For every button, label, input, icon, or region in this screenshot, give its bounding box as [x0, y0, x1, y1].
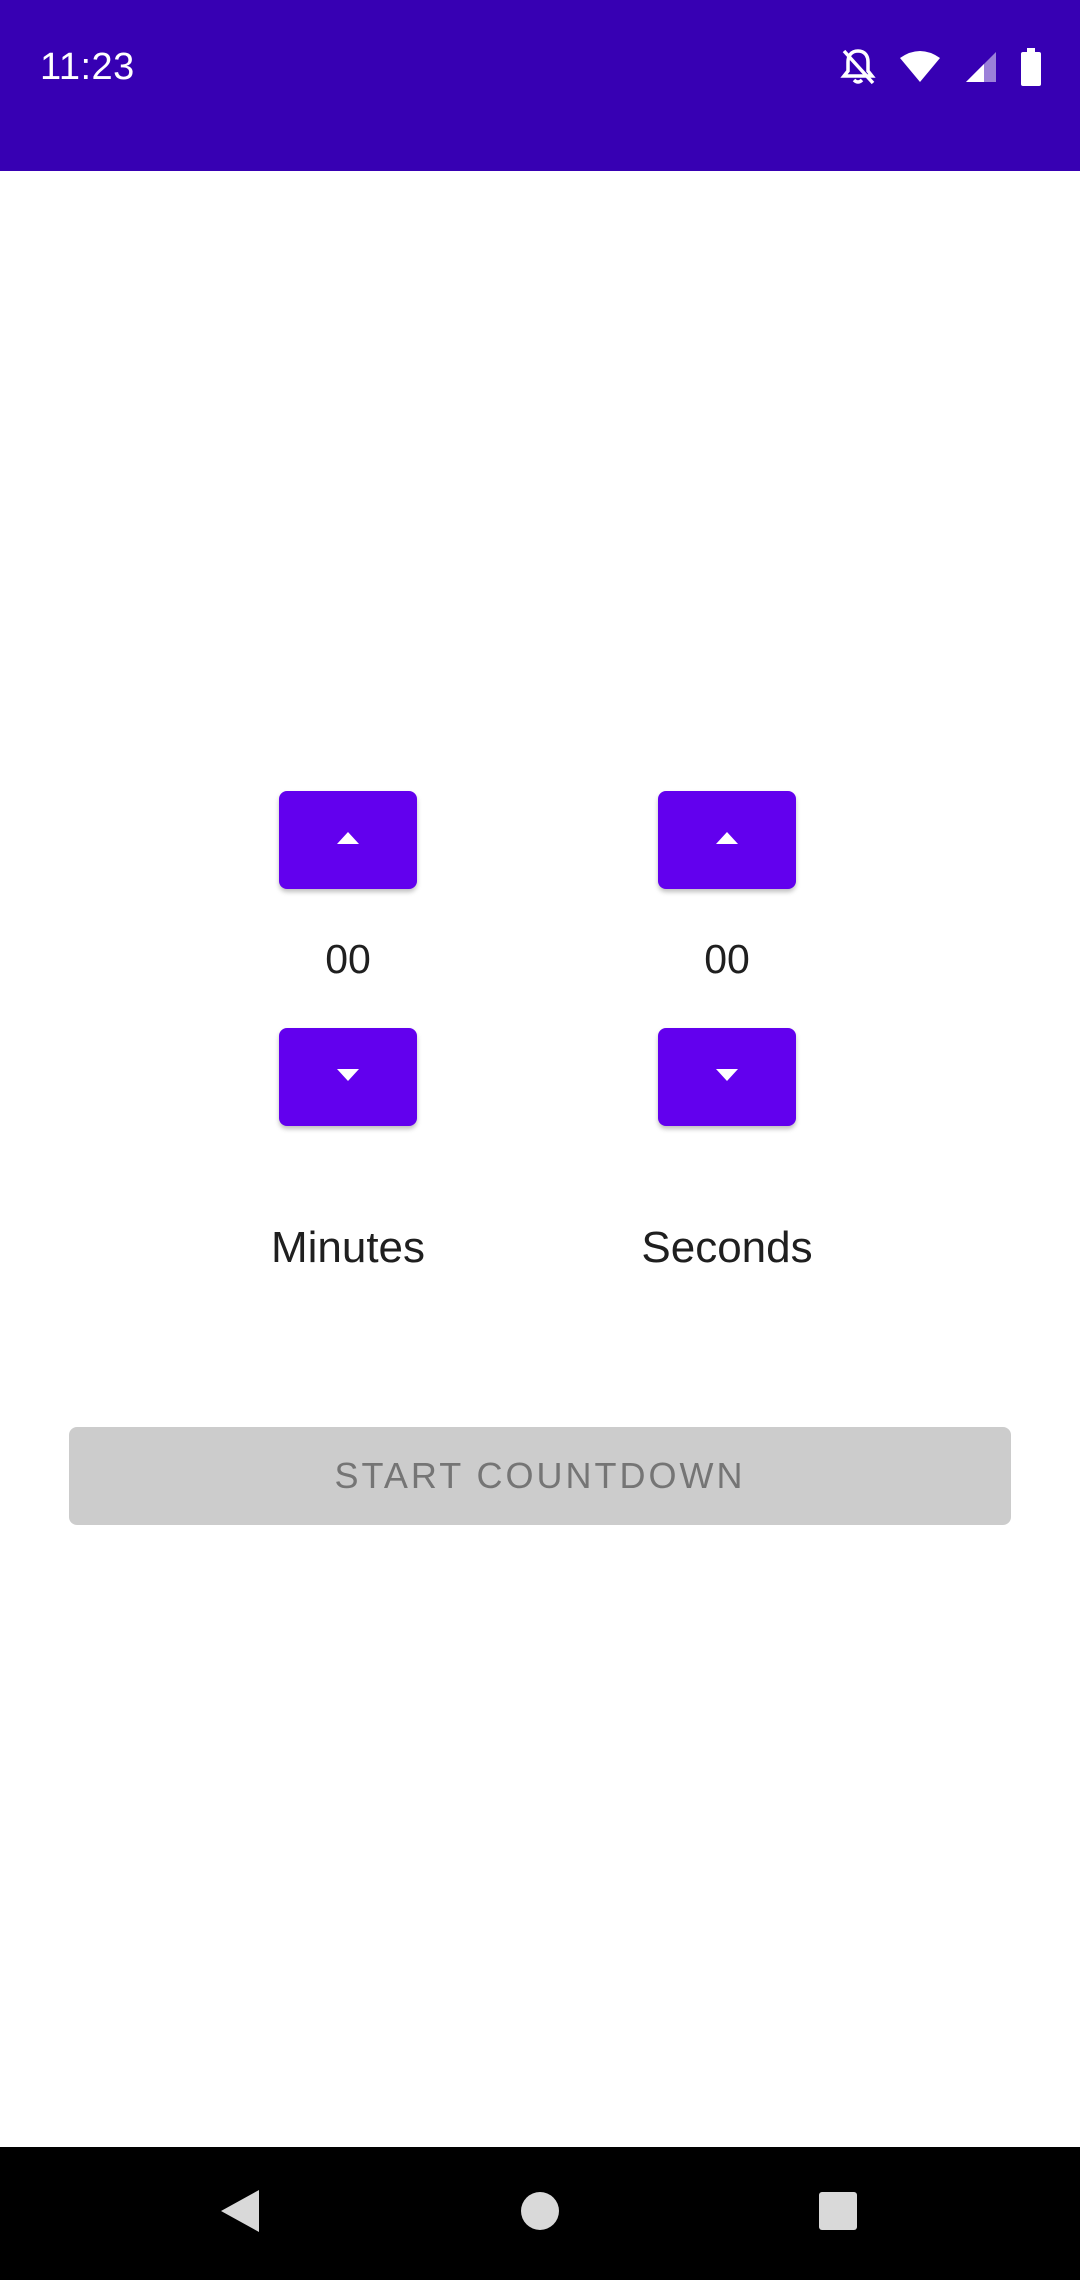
seconds-label: Seconds [641, 1223, 813, 1272]
start-countdown-button[interactable]: START COUNTDOWN [69, 1427, 1011, 1525]
status-icons [840, 46, 1042, 88]
notifications-off-icon [840, 47, 876, 87]
timer-screen: 00 Minutes 00 Seconds START COUNTDOWN [0, 171, 1080, 2147]
arrow-down-icon [337, 1068, 359, 1086]
home-button[interactable] [480, 2147, 600, 2280]
minutes-value: 00 [325, 936, 371, 982]
status-bar: 11:23 [0, 0, 1080, 171]
status-time: 11:23 [40, 46, 135, 88]
seconds-decrement-button[interactable] [658, 1028, 796, 1126]
arrow-down-icon [716, 1068, 738, 1086]
minutes-decrement-button[interactable] [279, 1028, 417, 1126]
recents-icon [818, 2191, 858, 2236]
seconds-stepper: 00 Seconds [597, 171, 857, 1272]
home-icon [520, 2191, 560, 2236]
minutes-label: Minutes [270, 1223, 426, 1272]
cell-signal-icon [964, 50, 998, 84]
minutes-stepper: 00 Minutes [218, 171, 478, 1272]
recents-button[interactable] [778, 2147, 898, 2280]
wifi-icon [898, 50, 942, 84]
arrow-up-icon [716, 831, 738, 849]
arrow-up-icon [337, 831, 359, 849]
navigation-bar [0, 2147, 1080, 2280]
back-icon [219, 2188, 261, 2239]
seconds-value: 00 [704, 936, 750, 982]
battery-icon [1020, 48, 1042, 86]
minutes-increment-button[interactable] [279, 791, 417, 889]
back-button[interactable] [180, 2147, 300, 2280]
seconds-increment-button[interactable] [658, 791, 796, 889]
